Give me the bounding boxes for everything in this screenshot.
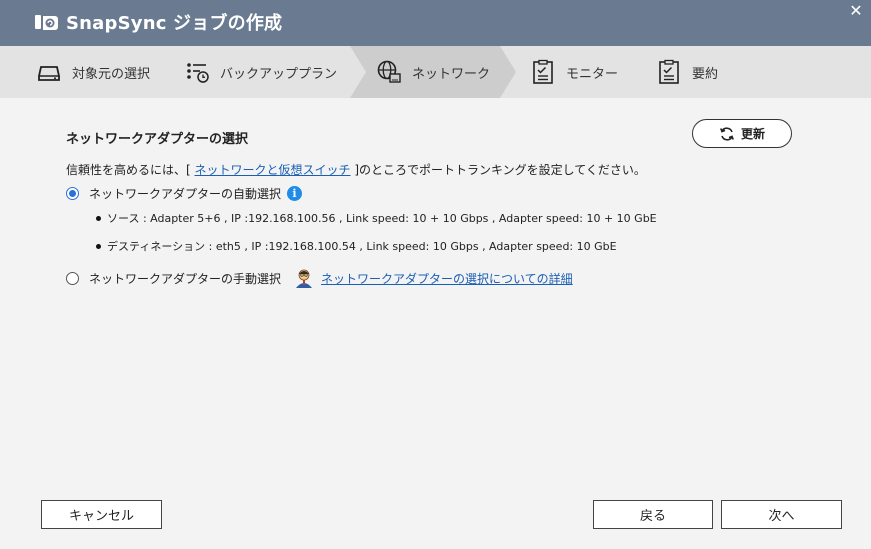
section-title: ネットワークアダプターの選択 (66, 132, 249, 147)
refresh-label: 更新 (740, 127, 765, 141)
step-label: バックアッププラン (220, 66, 338, 82)
step-source-selection: 対象元の選択 (36, 46, 150, 98)
refresh-icon (720, 126, 734, 141)
clipboard-check-icon (659, 59, 679, 84)
wizard-steps: 対象元の選択 バックアッププラン ネットワーク モニター 要約 (0, 46, 871, 98)
trunking-hint: 信頼性を高めるには、[ ネットワークと仮想スイッチ ]のところでポートトランキン… (66, 161, 646, 178)
manual-select-option[interactable]: ネットワークアダプターの手動選択 ネットワークアダプターの選択についての詳細 (66, 267, 573, 289)
manual-select-radio[interactable] (66, 271, 79, 285)
destination-adapter-info: デスティネーション : eth5 , IP :192.168.100.54 , … (96, 238, 617, 254)
refresh-button[interactable]: 更新 (692, 119, 792, 148)
main-content: ネットワークアダプターの選択 更新 信頼性を高めるには、[ ネットワークと仮想ス… (0, 98, 871, 549)
manual-select-label: ネットワークアダプターの手動選択 (89, 271, 282, 286)
back-button[interactable]: 戻る (593, 500, 713, 529)
step-label: ネットワーク (412, 66, 491, 82)
cancel-button[interactable]: キャンセル (41, 500, 162, 529)
hint-prefix: 信頼性を高めるには、[ (66, 163, 195, 177)
network-virtual-switch-link[interactable]: ネットワークと仮想スイッチ (195, 163, 351, 177)
auto-select-radio[interactable] (66, 187, 79, 200)
helper-character-icon (296, 269, 313, 288)
hint-suffix: ]のところでポートトランキングを設定してください。 (350, 163, 646, 177)
snapsync-logo-icon (35, 15, 58, 30)
next-button[interactable]: 次へ (721, 500, 842, 529)
network-icon (377, 60, 401, 83)
drive-icon (38, 66, 60, 81)
window-title: SnapSync ジョブの作成 (66, 13, 283, 34)
step-label: モニター (566, 66, 619, 82)
clipboard-check-icon (533, 59, 553, 84)
step-backup-plan: バックアッププラン (184, 46, 337, 98)
step-monitor: モニター (530, 46, 618, 98)
step-summary: 要約 (656, 46, 718, 98)
source-adapter-info: ソース : Adapter 5+6 , IP :192.168.100.56 ,… (96, 210, 657, 226)
close-button[interactable]: ✕ (847, 2, 865, 20)
step-label: 対象元の選択 (72, 66, 151, 82)
step-network: ネットワーク (376, 46, 490, 98)
step-label: 要約 (692, 66, 719, 82)
title-bar: SnapSync ジョブの作成 ✕ (0, 0, 871, 46)
adapter-selection-details-link[interactable]: ネットワークアダプターの選択についての詳細 (321, 270, 573, 287)
auto-select-option[interactable]: ネットワークアダプターの自動選択 i (66, 185, 303, 202)
backup-plan-icon (187, 63, 209, 83)
info-icon[interactable]: i (287, 186, 303, 201)
auto-select-label: ネットワークアダプターの自動選択 (89, 187, 282, 201)
